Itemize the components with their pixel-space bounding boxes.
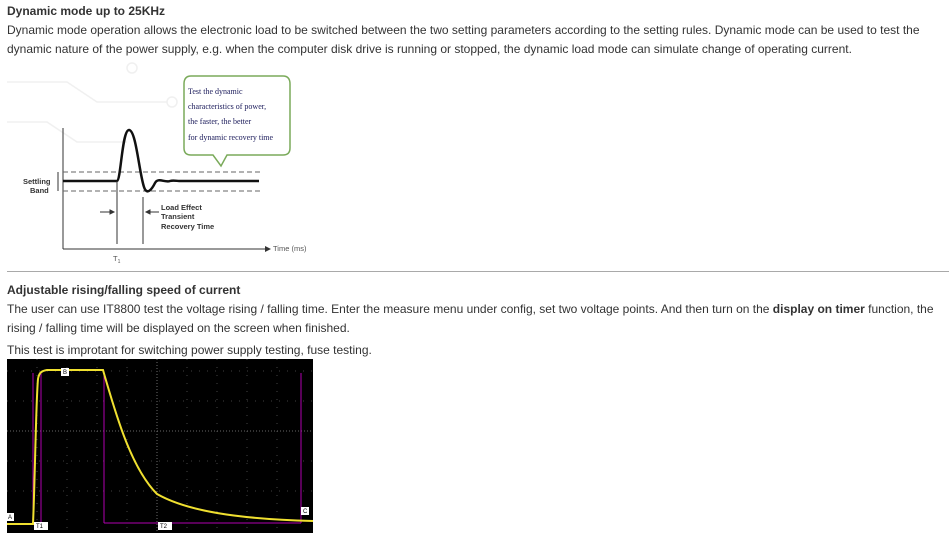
load-effect-label-3: Recovery Time <box>161 222 214 231</box>
section2-body-bold: display on timer <box>772 302 865 316</box>
callout-line-1: Test the dynamic <box>188 87 243 96</box>
marker-a-label: A <box>8 515 12 521</box>
callout-line-2: characteristics of power, <box>188 102 266 111</box>
section2-body: The user can use IT8800 test the voltage… <box>7 300 947 338</box>
section2-note: This test is improtant for switching pow… <box>7 343 372 357</box>
background-decoration <box>7 62 178 143</box>
section1-body: Dynamic mode operation allows the electr… <box>7 23 920 56</box>
t2-marker-label: T2 <box>160 524 168 530</box>
section2-title: Adjustable rising/falling speed of curre… <box>7 283 241 297</box>
dynamic-response-figure: Settling Band Load Effect Transient Reco… <box>7 62 307 264</box>
settling-band-label-2: Band <box>30 186 49 195</box>
callout-line-3: the faster, the better <box>188 117 252 126</box>
load-effect-label-1: Load Effect <box>161 203 202 212</box>
settling-band-label-1: Settling <box>23 177 51 186</box>
interval-arrows <box>100 209 159 215</box>
marker-c-label: C <box>303 509 308 515</box>
load-effect-label-2: Transient <box>161 212 195 221</box>
oscilloscope-figure: A B C T1 T2 <box>7 359 313 533</box>
section1-title: Dynamic mode up to 25KHz <box>7 4 166 18</box>
t1-marker-label: T1 <box>36 524 44 530</box>
section2-body-part1: The user can use IT8800 test the voltage… <box>7 302 773 316</box>
callout-line-4: for dynamic recovery time <box>188 133 274 142</box>
marker-b-label: B <box>63 370 67 376</box>
t1-label: T1 <box>113 254 121 264</box>
time-axis-label: Time (ms) <box>273 244 307 253</box>
oscilloscope-screen <box>7 359 313 533</box>
section-divider <box>7 271 949 272</box>
